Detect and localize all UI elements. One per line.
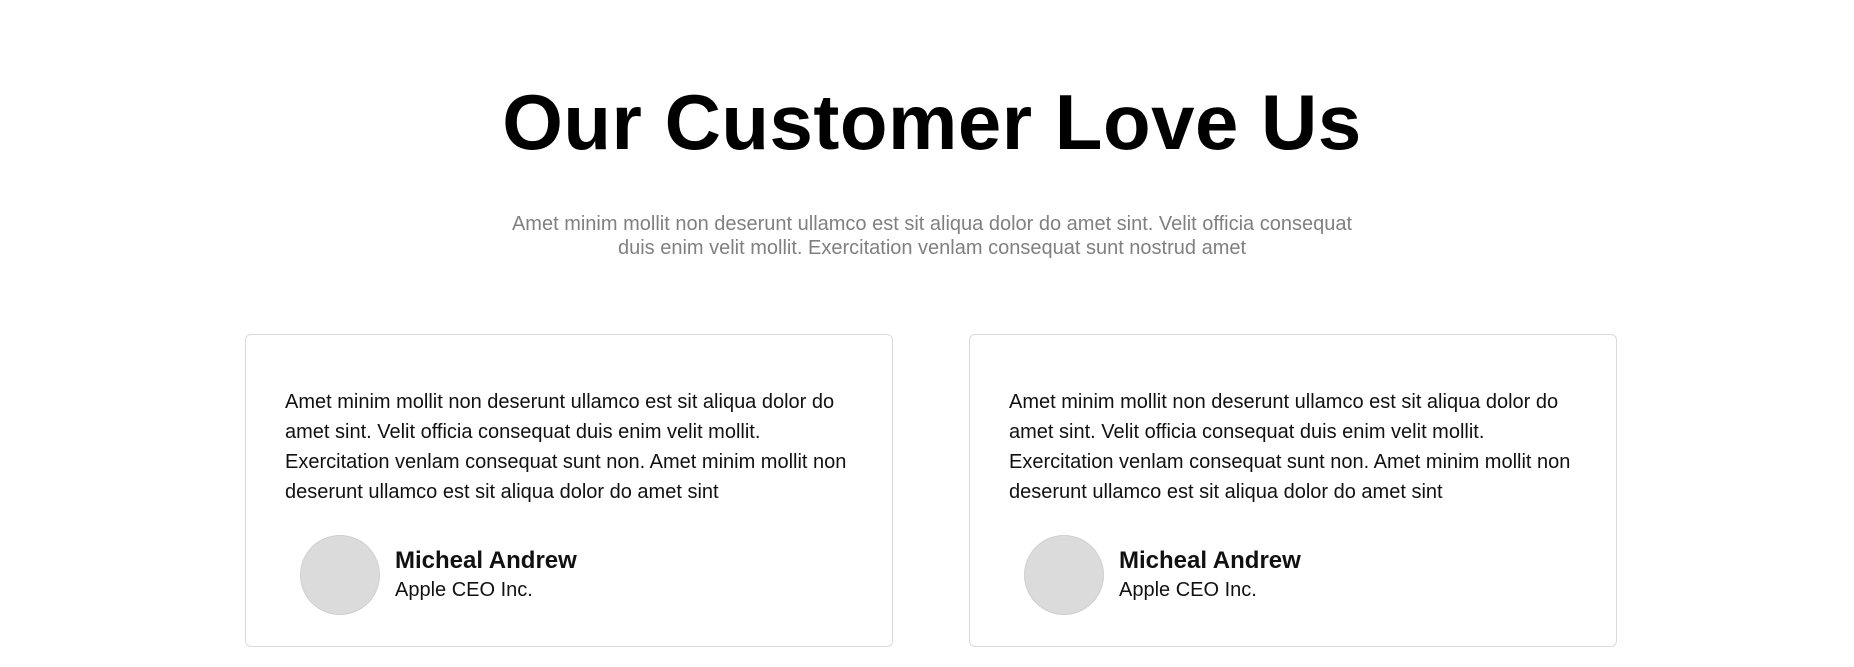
testimonial-card: Amet minim mollit non deserunt ullamco e… — [969, 334, 1617, 647]
author-name: Micheal Andrew — [395, 547, 577, 574]
avatar — [1024, 535, 1104, 615]
testimonial-quote: Amet minim mollit non deserunt ullamco e… — [285, 391, 847, 503]
author-name: Micheal Andrew — [1119, 547, 1301, 574]
avatar — [300, 535, 380, 615]
author-role: Apple CEO Inc. — [395, 579, 533, 601]
author-role: Apple CEO Inc. — [1119, 579, 1257, 601]
testimonial-card: Amet minim mollit non deserunt ullamco e… — [245, 334, 893, 647]
section-title: Our Customer Love Us — [502, 78, 1362, 166]
section-subtitle: Amet minim mollit non deserunt ullamco e… — [511, 213, 1353, 259]
testimonial-quote: Amet minim mollit non deserunt ullamco e… — [1009, 391, 1571, 503]
testimonials-section: Our Customer Love Us Amet minim mollit n… — [0, 0, 1854, 667]
